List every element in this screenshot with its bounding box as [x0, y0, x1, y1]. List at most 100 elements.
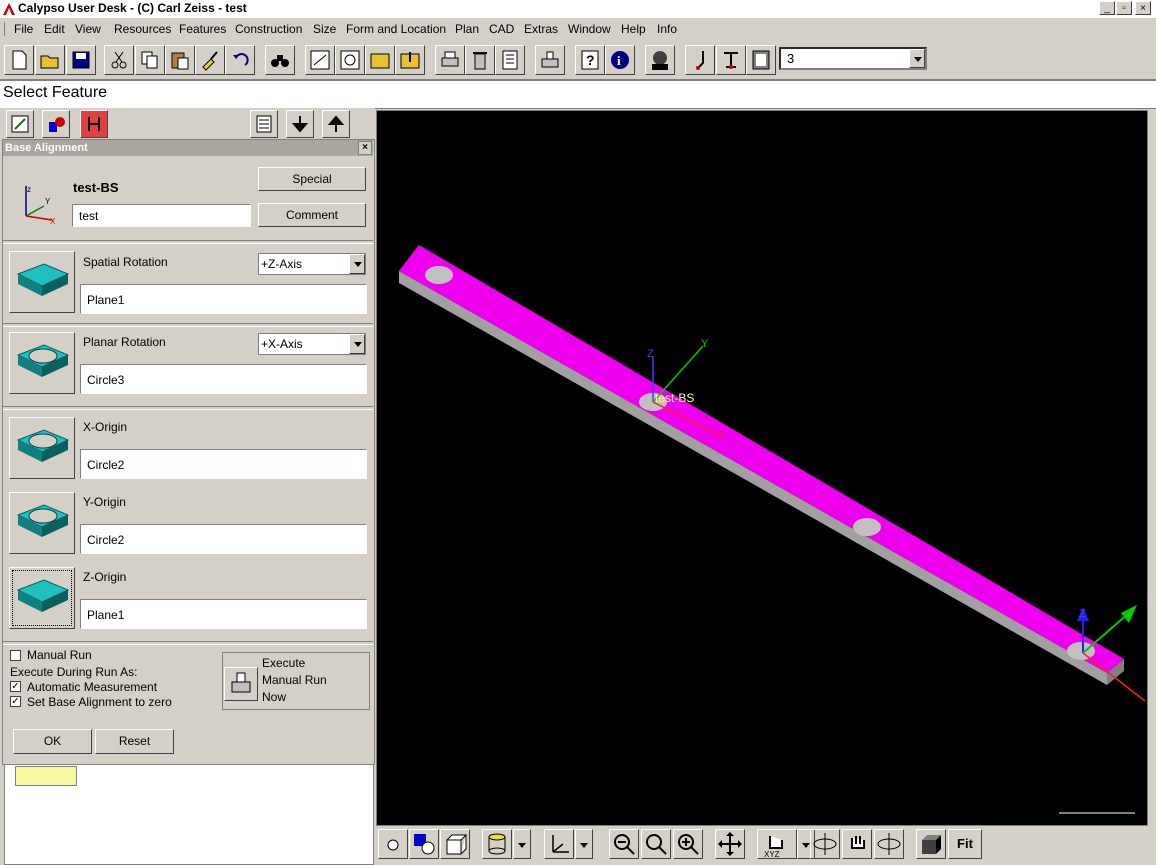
cad-graphics-view[interactable]: Z Y X test-BS Z — [376, 110, 1148, 826]
close-icon[interactable]: × — [358, 141, 372, 155]
menu-extras[interactable]: Extras — [524, 22, 558, 36]
folder-table-icon[interactable] — [365, 45, 395, 75]
x-origin-button[interactable] — [9, 417, 75, 479]
fit-button[interactable]: Fit — [948, 829, 982, 859]
menu-plan[interactable]: Plan — [455, 22, 479, 36]
chevron-down-icon[interactable] — [513, 829, 531, 859]
chevron-down-icon[interactable] — [909, 49, 925, 68]
chevron-down-icon[interactable] — [575, 829, 593, 859]
planar-rotation-button[interactable] — [9, 332, 75, 394]
cube-view-icon[interactable] — [440, 829, 470, 859]
alignment-comment-field[interactable]: test — [72, 204, 251, 227]
divider — [3, 240, 373, 244]
cylinder-view-icon[interactable] — [482, 829, 512, 859]
circle-icon — [16, 429, 70, 462]
shapes-view-icon[interactable] — [409, 829, 439, 859]
y-origin-button[interactable] — [9, 492, 75, 554]
arrow-down-icon[interactable] — [286, 110, 314, 138]
cad-objects-icon[interactable] — [42, 110, 70, 138]
menu-features[interactable]: Features — [179, 22, 226, 36]
list-view-icon[interactable] — [250, 110, 278, 138]
z-origin-button[interactable] — [9, 567, 75, 629]
rotate-axis-icon[interactable] — [874, 829, 904, 859]
cut-icon[interactable] — [104, 45, 134, 75]
planar-axis-select[interactable]: +X-Axis — [258, 333, 366, 355]
comment-button[interactable]: Comment — [258, 203, 366, 227]
spatial-feature-field[interactable]: Plane1 — [80, 284, 367, 314]
hole-4 — [1067, 642, 1095, 660]
hand-xyz-icon[interactable]: XYZ — [757, 829, 797, 859]
y-origin-feature-field[interactable]: Circle2 — [80, 524, 367, 554]
manual-mode-icon[interactable] — [645, 45, 675, 75]
brush-icon[interactable] — [195, 45, 225, 75]
chevron-down-icon[interactable] — [349, 334, 365, 354]
menu-cad[interactable]: CAD — [489, 22, 514, 36]
spatial-rotation-button[interactable] — [9, 251, 75, 313]
reset-button[interactable]: Reset — [95, 729, 174, 754]
open-folder-icon[interactable] — [35, 45, 65, 75]
set-zero-checkbox[interactable]: ✓ — [10, 696, 21, 707]
plan-settings-icon[interactable] — [305, 45, 335, 75]
comment-value: test — [79, 209, 99, 223]
help-icon[interactable]: ? — [575, 45, 605, 75]
planar-feature-field[interactable]: Circle3 — [80, 364, 367, 394]
machine-icon[interactable] — [535, 45, 565, 75]
menu-construction[interactable]: Construction — [235, 22, 302, 36]
undo-icon[interactable] — [225, 45, 255, 75]
menu-edit[interactable]: Edit — [44, 22, 65, 36]
copy-icon[interactable] — [135, 45, 165, 75]
stylus-icon[interactable] — [716, 45, 746, 75]
pan-move-icon[interactable] — [715, 829, 745, 859]
spatial-axis-select[interactable]: +Z-Axis — [258, 253, 366, 275]
menu-view[interactable]: View — [75, 22, 101, 36]
paste-icon[interactable] — [165, 45, 195, 75]
alignment-tool-icon[interactable] — [80, 110, 108, 138]
x-origin-feature-field[interactable]: Circle2 — [80, 449, 367, 479]
probe-icon[interactable] — [685, 45, 715, 75]
feature-list-item[interactable] — [15, 766, 77, 786]
info-icon[interactable]: i — [605, 45, 635, 75]
report-icon[interactable] — [335, 45, 365, 75]
window-title: Calypso User Desk - (C) Carl Zeiss - tes… — [18, 1, 247, 15]
automatic-measurement-checkbox[interactable]: ✓ — [10, 681, 21, 692]
ok-button[interactable]: OK — [13, 729, 92, 754]
menu-form-and-location[interactable]: Form and Location — [346, 22, 446, 36]
special-button[interactable]: Special — [258, 167, 366, 191]
manual-run-checkbox[interactable] — [10, 650, 21, 661]
restore-button[interactable]: ▫ — [1116, 1, 1132, 15]
folder-export-icon[interactable] — [395, 45, 425, 75]
point-view-icon[interactable] — [378, 829, 408, 859]
zoom-out-icon[interactable] — [609, 829, 639, 859]
calculator-icon[interactable] — [746, 45, 776, 75]
minimize-button[interactable]: _ — [1099, 1, 1115, 15]
execute-as-label: Execute During Run As: — [10, 665, 138, 679]
rotate-icon[interactable] — [810, 829, 840, 859]
part-model[interactable]: Z Y X test-BS Z — [377, 111, 1147, 825]
trash-icon[interactable] — [465, 45, 495, 75]
combo-value: 3 — [787, 51, 795, 66]
zoom-icon[interactable] — [641, 829, 671, 859]
document-list-icon[interactable] — [495, 45, 525, 75]
menu-size[interactable]: Size — [313, 22, 336, 36]
print-icon[interactable] — [435, 45, 465, 75]
hand-icon[interactable] — [842, 829, 872, 859]
new-file-icon[interactable] — [4, 45, 34, 75]
dialog-title: Base Alignment — [5, 142, 88, 154]
menu-file[interactable]: File — [14, 22, 33, 36]
menu-info[interactable]: Info — [657, 22, 677, 36]
execute-manual-run-button[interactable] — [224, 667, 258, 701]
close-button[interactable]: × — [1135, 1, 1151, 15]
arrow-up-icon[interactable] — [322, 110, 350, 138]
save-icon[interactable] — [66, 45, 96, 75]
z-origin-feature-field[interactable]: Plane1 — [80, 599, 367, 629]
shaded-cube-icon[interactable] — [916, 829, 946, 859]
axes-view-icon[interactable] — [544, 829, 574, 859]
run-count-combo[interactable]: 3 — [779, 47, 927, 70]
chevron-down-icon[interactable] — [349, 254, 365, 274]
menu-window[interactable]: Window — [568, 22, 611, 36]
menu-help[interactable]: Help — [621, 22, 646, 36]
binoculars-icon[interactable] — [265, 45, 295, 75]
feature-tool-icon[interactable] — [6, 110, 34, 138]
zoom-in-icon[interactable] — [673, 829, 703, 859]
menu-resources[interactable]: Resources — [114, 22, 171, 36]
